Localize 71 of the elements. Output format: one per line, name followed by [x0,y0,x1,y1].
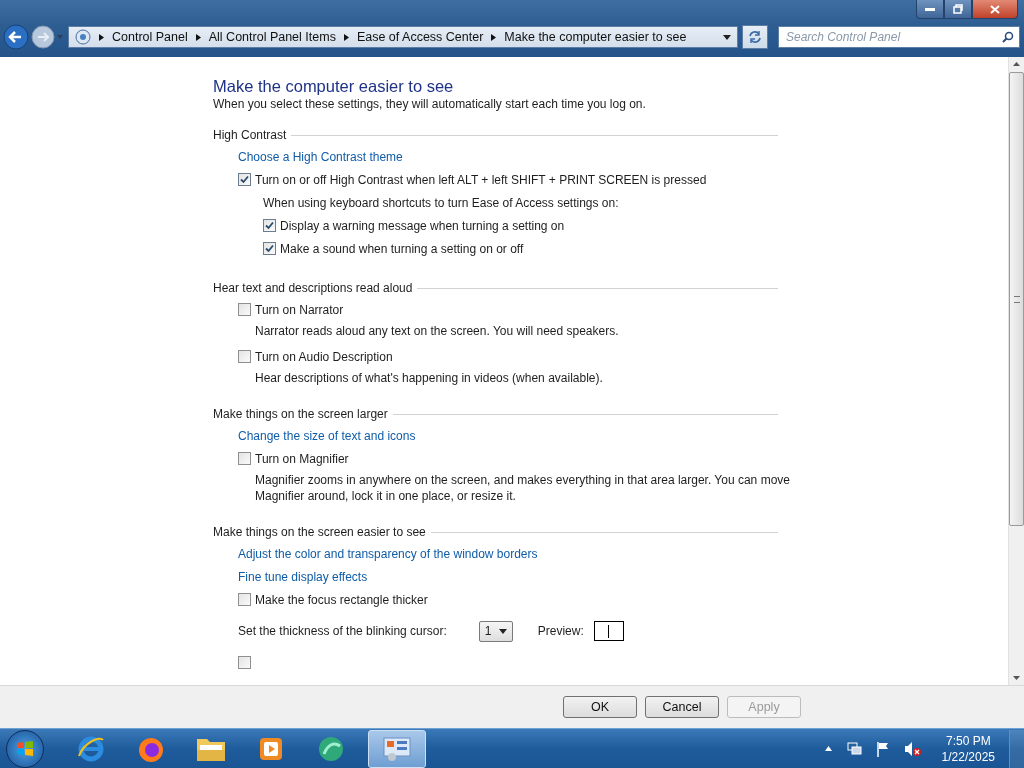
checkbox-label[interactable]: Turn on Magnifier [255,451,349,466]
cursor-thickness-label: Set the thickness of the blinking cursor: [238,624,447,638]
settings-link[interactable]: Choose a High Contrast theme [238,149,403,164]
checkbox[interactable] [238,656,251,669]
checkbox-label[interactable]: Display a warning message when turning a setting on [280,218,565,233]
checkbox-label[interactable]: Turn on Narrator [255,302,344,317]
option-description: Hear descriptions of what's happening in videos (when available). [254,370,604,386]
windows-logo-icon [15,738,35,759]
close-icon [990,4,1000,14]
checkbox[interactable] [238,593,251,606]
scrollbar-thumb[interactable] [1009,72,1024,526]
clock-time[interactable]: 7:50 PM [945,732,991,749]
dialog-button[interactable]: Cancel [645,696,719,718]
scroll-down-icon[interactable] [1013,676,1020,680]
clock-date[interactable]: 1/22/2025 [941,748,995,765]
checkbox-label[interactable]: Turn on Audio Description [255,349,393,364]
checkbox[interactable] [238,303,251,316]
checkbox-label[interactable]: Make the focus rectangle thicker [255,592,428,607]
control-panel-taskbar-icon[interactable] [368,729,426,768]
start-button[interactable] [6,729,44,768]
settings-link[interactable]: Adjust the color and transparency of the window borders [238,546,538,561]
group-label: When using keyboard shortcuts to turn Ease of Access settings on: [262,194,620,212]
refresh-icon [748,30,762,44]
page-subtitle: When you select these settings, they will automatically start each time you log on. [213,97,647,111]
network-icon[interactable] [845,740,862,757]
search-icon[interactable] [1002,31,1014,43]
checkbox[interactable] [263,242,276,255]
settings-link[interactable]: Change the size of text and icons [238,428,416,443]
muted-speaker-icon[interactable] [903,740,922,757]
thickness-dropdown[interactable]: 1 [478,620,513,642]
section-heading: Make things on the screen larger [213,407,388,421]
breadcrumb-arrow-icon[interactable] [99,33,104,41]
show-hidden-icons-icon[interactable] [824,746,832,751]
flag-icon[interactable] [875,740,890,757]
back-icon[interactable] [3,24,29,50]
page-title: Make the computer easier to see [213,77,455,96]
breadcrumb-arrow-icon[interactable] [343,33,349,41]
preview-label: Preview: [537,624,584,638]
checkbox[interactable] [263,219,276,232]
settings-link[interactable]: Fine tune display effects [238,569,368,584]
close-button[interactable] [972,0,1018,19]
section-heading: High Contrast [213,128,287,142]
checkbox[interactable] [238,350,251,363]
address-bar[interactable]: Control Panel All Control Panel Items Ease of Access Center Make the computer easier to see [68,26,738,48]
search-field[interactable]: Search Control Panel [778,26,1020,48]
scroll-up-icon[interactable] [1013,62,1020,66]
restore-icon [953,4,963,14]
breadcrumb-arrow-icon[interactable] [491,33,497,41]
breadcrumb-item[interactable]: Ease of Access Center [356,30,484,44]
caret-icon [498,628,507,634]
breadcrumb-item[interactable]: Control Panel [112,30,188,44]
section-heading: Hear text and descriptions read aloud [213,281,413,295]
option-description: Magnifier zooms in anywhere on the screen, and makes everything in that area larger. You can move Magnifier around, lock it in one place, or resize it. [254,472,791,504]
vertical-scrollbar[interactable] [1008,57,1024,685]
option-description: Narrator reads aloud any text on the screen. You will need speakers. [254,323,620,339]
checkbox-label[interactable]: Turn on or off High Contrast when left ALT + left SHIFT + PRINT SCREEN is pressed [255,172,707,187]
refresh-button[interactable] [742,25,768,49]
checkbox[interactable] [238,452,251,465]
breadcrumb-item[interactable]: All Control Panel Items [208,30,336,44]
caret-icon[interactable] [723,34,731,40]
forward-icon[interactable] [31,25,55,49]
cursor-preview [593,621,624,641]
restore-button[interactable] [944,0,972,19]
minimize-button[interactable] [916,0,944,19]
minimize-icon [925,7,935,11]
section-heading: Make things on the screen easier to see [213,525,426,539]
breadcrumb-arrow-icon[interactable] [195,33,201,41]
checkbox-label[interactable]: Make a sound when turning a setting on or off [280,241,524,256]
checkbox[interactable] [238,173,251,186]
breadcrumb-item[interactable]: Make the computer easier to see [504,30,687,44]
dialog-button[interactable]: OK [563,696,637,718]
